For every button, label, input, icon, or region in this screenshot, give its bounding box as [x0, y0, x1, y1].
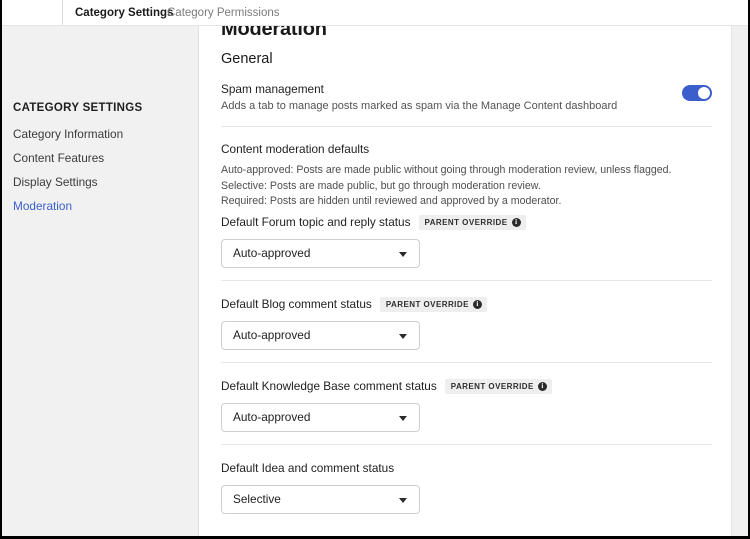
defaults-line-selective: Selective: Posts are made public, but go… [221, 179, 541, 192]
field-label-forum-topic: Default Forum topic and reply status [221, 215, 411, 229]
top-tab-bar: Category Settings Category Permissions [2, 0, 748, 26]
chevron-down-icon [399, 334, 407, 339]
spam-management-label: Spam management [221, 82, 324, 96]
select-value: Selective [233, 492, 281, 506]
badge-label: PARENT OVERRIDE [424, 217, 508, 227]
parent-override-badge-forum: PARENT OVERRIDE i [418, 214, 526, 230]
field-label-idea-comment: Default Idea and comment status [221, 461, 395, 475]
field-label-row: Default Blog comment status PARENT OVERR… [221, 296, 721, 312]
select-value: Auto-approved [233, 410, 311, 424]
page-title: Moderation [221, 26, 327, 40]
info-icon[interactable]: i [472, 299, 482, 309]
divider-after-general [221, 126, 712, 127]
tabbar-divider [62, 0, 63, 25]
divider-after-blog [221, 362, 712, 363]
tab-category-settings[interactable]: Category Settings [75, 0, 173, 26]
spam-management-toggle[interactable] [682, 85, 712, 101]
sidebar-heading: CATEGORY SETTINGS [13, 102, 143, 114]
vertical-scrollbar[interactable] [731, 26, 748, 536]
chevron-down-icon [399, 498, 407, 503]
main-content: Moderation General Spam management Adds … [200, 26, 733, 536]
info-icon[interactable]: i [511, 217, 521, 227]
spam-management-description: Adds a tab to manage posts marked as spa… [221, 100, 618, 112]
select-idea-comment-status[interactable]: Selective [221, 485, 420, 514]
select-knowledge-base-comment-status[interactable]: Auto-approved [221, 403, 420, 432]
sidebar-item-display-settings[interactable]: Display Settings [13, 170, 193, 194]
select-blog-comment-status[interactable]: Auto-approved [221, 321, 420, 350]
sidebar-item-category-information[interactable]: Category Information [13, 122, 193, 146]
select-value: Auto-approved [233, 246, 311, 260]
divider-after-knowledge-base [221, 444, 712, 445]
field-blog-comment-status: Default Blog comment status PARENT OVERR… [221, 296, 721, 350]
content-moderation-defaults-description: Auto-approved: Posts are made public wit… [221, 163, 721, 210]
sidebar: CATEGORY SETTINGS Category Information C… [2, 26, 199, 536]
field-label-row: Default Knowledge Base comment status PA… [221, 378, 721, 394]
field-idea-comment-status: Default Idea and comment status Selectiv… [221, 460, 721, 514]
field-label-blog-comment: Default Blog comment status [221, 297, 372, 311]
select-forum-topic-status[interactable]: Auto-approved [221, 239, 420, 268]
info-icon[interactable]: i [537, 381, 547, 391]
chevron-down-icon [399, 252, 407, 257]
divider-after-forum [221, 280, 712, 281]
content-moderation-defaults-heading: Content moderation defaults [221, 142, 370, 156]
sidebar-nav-list: Category Information Content Features Di… [13, 122, 193, 218]
defaults-line-required: Required: Posts are hidden until reviewe… [221, 195, 562, 207]
field-knowledge-base-comment-status: Default Knowledge Base comment status PA… [221, 378, 721, 432]
select-value: Auto-approved [233, 328, 311, 342]
parent-override-badge-blog: PARENT OVERRIDE i [379, 296, 487, 312]
sidebar-item-content-features[interactable]: Content Features [13, 146, 193, 170]
field-label-knowledge-base-comment: Default Knowledge Base comment status [221, 379, 437, 393]
spam-management-row: Spam management Adds a tab to manage pos… [221, 82, 712, 114]
tab-category-permissions[interactable]: Category Permissions [167, 0, 279, 26]
field-label-row: Default Idea and comment status [221, 460, 721, 476]
badge-label: PARENT OVERRIDE [450, 381, 534, 391]
section-title-general: General [221, 51, 273, 67]
badge-label: PARENT OVERRIDE [385, 299, 469, 309]
field-forum-topic-status: Default Forum topic and reply status PAR… [221, 214, 721, 268]
chevron-down-icon [399, 416, 407, 421]
defaults-line-auto-approved: Auto-approved: Posts are made public wit… [221, 164, 672, 176]
sidebar-item-moderation[interactable]: Moderation [13, 194, 193, 218]
parent-override-badge-knowledge-base: PARENT OVERRIDE i [444, 378, 552, 394]
field-label-row: Default Forum topic and reply status PAR… [221, 214, 721, 230]
toggle-knob [698, 87, 710, 99]
category-settings-page: Category Settings Category Permissions C… [0, 0, 750, 539]
